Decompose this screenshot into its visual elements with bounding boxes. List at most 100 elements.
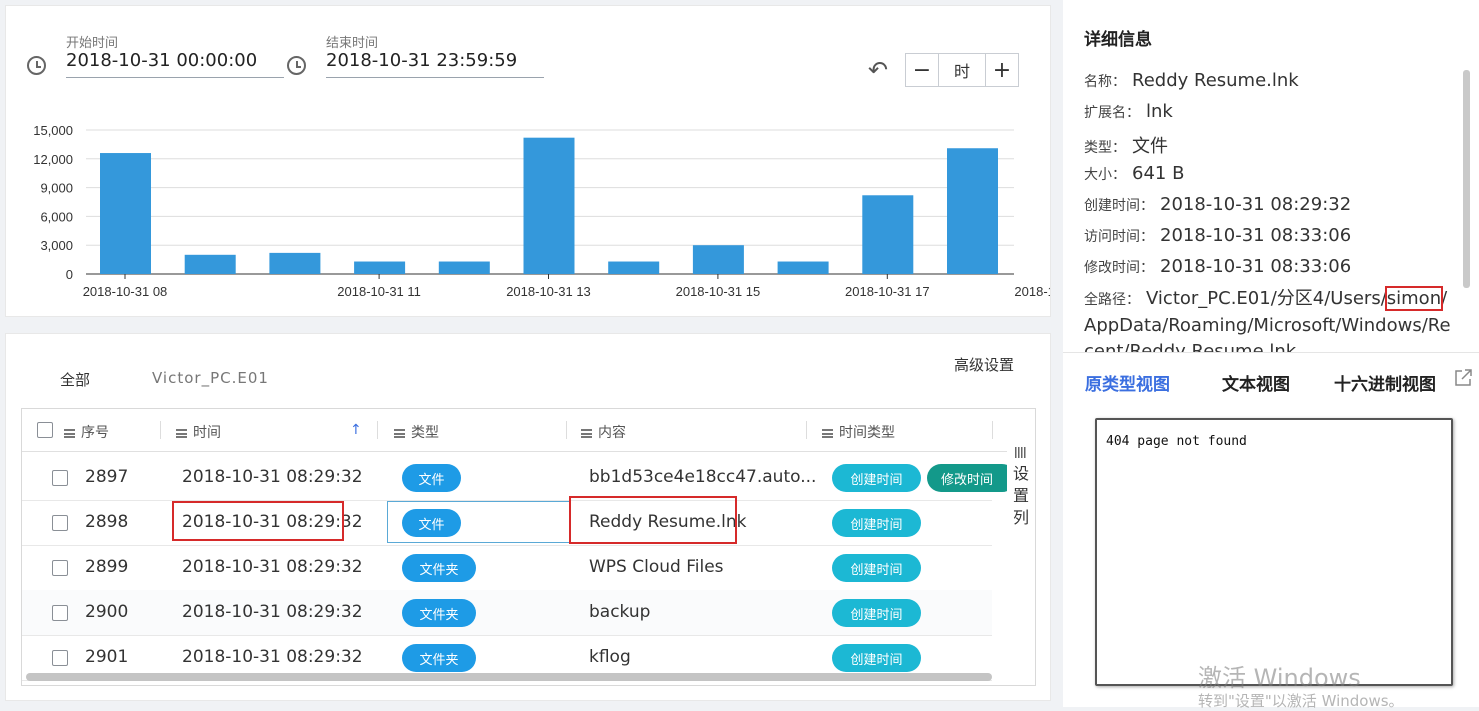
row-id: 2900 (85, 602, 129, 622)
bar (947, 148, 998, 274)
row-id: 2898 (85, 512, 129, 532)
y-tick-label: 0 (66, 267, 73, 282)
bar (269, 252, 321, 274)
advanced-settings-link[interactable]: 高级设置 (954, 354, 1014, 375)
settings-column-label: 设置列 (1012, 464, 1029, 527)
row-content: WPS Cloud Files (589, 557, 724, 577)
table-header: 序号 时间 ↑ 类型 内容 时间类型 (22, 409, 1007, 452)
bar (523, 137, 575, 274)
tab-hex-view[interactable]: 十六进制视图 (1334, 370, 1436, 395)
row-time: 2018-10-31 08:29:32 (182, 467, 363, 487)
y-tick-label: 9,000 (40, 181, 73, 196)
row-id: 2901 (85, 647, 129, 667)
detail-accessed: 访问时间： 2018-10-31 08:33:06 (1084, 225, 1352, 246)
type-tag: 文件夹 (402, 599, 476, 627)
x-tick-label: 2018-10-31 08 (83, 284, 168, 299)
time-type-tag: 创建时间 (832, 644, 921, 672)
row-checkbox[interactable] (52, 560, 68, 576)
menu-icon (822, 428, 833, 438)
detail-created: 创建时间： 2018-10-31 08:29:32 (1084, 194, 1352, 215)
settings-column-button[interactable]: 设置列 (1007, 408, 1036, 686)
tab-text-view[interactable]: 文本视图 (1222, 370, 1290, 395)
row-content: kflog (589, 647, 631, 667)
row-content: backup (589, 602, 651, 622)
row-checkbox[interactable] (52, 515, 68, 531)
bar (777, 261, 829, 274)
tab-evidence[interactable]: Victor_PC.E01 (152, 369, 269, 387)
row-id: 2897 (85, 467, 129, 487)
col-time[interactable]: 时间 (176, 422, 221, 442)
timeline-panel: 开始时间 2018-10-31 00:00:00 结束时间 2018-10-31… (5, 5, 1051, 317)
activation-watermark-hint: 转到"设置"以激活 Windows。 (1198, 692, 1404, 710)
histogram-chart: 15,000 12,000 9,000 6,000 3,000 0 2018-10-31 0… (33, 123, 1050, 299)
detail-name: 名称： Reddy Resume.lnk (1084, 70, 1299, 91)
bar (692, 245, 744, 274)
row-content: bb1d53ce4e18cc47.auto... (589, 467, 817, 487)
highlight-box (172, 501, 344, 541)
menu-icon (581, 428, 592, 438)
bar (184, 254, 236, 274)
type-tag: 文件夹 (402, 644, 476, 672)
path-user-highlight: simon (1384, 286, 1444, 311)
y-tick-label: 6,000 (40, 209, 73, 224)
row-checkbox[interactable] (52, 470, 68, 486)
menu-icon (64, 428, 75, 438)
x-tick-label: 2018-10-31 11 (337, 284, 421, 299)
menu-icon (176, 428, 187, 438)
time-type-tag: 创建时间 (832, 509, 921, 537)
tab-all[interactable]: 全部 (60, 369, 90, 390)
detail-modified: 修改时间： 2018-10-31 08:33:06 (1084, 256, 1352, 277)
type-tag: 文件夹 (402, 554, 476, 582)
row-time: 2018-10-31 08:29:32 (182, 647, 363, 667)
x-tick-label: 2018-10-31 13 (506, 284, 591, 299)
activation-watermark: 激活 Windows (1198, 664, 1361, 692)
detail-type: 类型： 文件 (1084, 136, 1168, 157)
x-tick-label: 2018-10-31 17 (845, 284, 930, 299)
col-time-type[interactable]: 时间类型 (822, 422, 895, 442)
time-type-tag: 创建时间 (832, 554, 921, 582)
row-time: 2018-10-31 08:29:32 (182, 602, 363, 622)
columns-icon (1015, 447, 1027, 458)
row-id: 2899 (85, 557, 129, 577)
highlight-box (569, 496, 737, 544)
type-tag: 文件 (402, 464, 461, 492)
bar (438, 261, 490, 274)
col-id[interactable]: 序号 (64, 422, 109, 442)
time-type-tag: 创建时间 (832, 464, 921, 492)
menu-icon (394, 428, 405, 438)
events-table: 序号 时间 ↑ 类型 内容 时间类型 2897 2018-10-31 08:29… (21, 408, 1008, 686)
detail-path: 全路径： Victor_PC.E01/分区4/Users/simon/AppDat… (1084, 286, 1451, 352)
sort-asc-icon[interactable]: ↑ (350, 422, 362, 438)
bar (862, 195, 914, 274)
bar (608, 261, 660, 274)
type-tag: 文件 (402, 509, 461, 537)
x-tick-label: 2018-10-31 15 (676, 284, 761, 299)
tab-original-view[interactable]: 原类型视图 (1085, 370, 1170, 395)
table-row[interactable]: 2897 2018-10-31 08:29:32 文件 bb1d53ce4e18… (22, 455, 1007, 501)
select-all-checkbox[interactable] (37, 422, 53, 438)
time-type-tag: 修改时间 (927, 464, 1007, 492)
col-content[interactable]: 内容 (581, 422, 626, 442)
y-tick-label: 3,000 (40, 238, 73, 253)
x-tick-label: 2018-10-31 19 (1014, 284, 1050, 299)
y-tick-label: 15,000 (33, 123, 73, 138)
bar (100, 153, 151, 274)
row-checkbox[interactable] (52, 650, 68, 666)
preview-pane: 404 page not found (1095, 418, 1453, 686)
table-row[interactable]: 2898 2018-10-31 08:29:32 文件 Reddy Resume… (22, 500, 992, 546)
detail-ext: 扩展名： lnk (1084, 101, 1173, 122)
preview-text: 404 page not found (1106, 434, 1247, 449)
row-checkbox[interactable] (52, 605, 68, 621)
horizontal-scrollbar[interactable] (26, 673, 992, 681)
table-row[interactable]: 2900 2018-10-31 08:29:32 文件夹 backup 创建时间 (22, 590, 992, 636)
table-row[interactable]: 2899 2018-10-31 08:29:32 文件夹 WPS Cloud F… (22, 545, 992, 591)
external-link-icon[interactable] (1453, 368, 1473, 388)
col-type[interactable]: 类型 (394, 422, 439, 442)
detail-size: 大小： 641 B (1084, 163, 1185, 184)
details-title: 详细信息 (1084, 30, 1152, 50)
row-time: 2018-10-31 08:29:32 (182, 557, 363, 577)
y-tick-label: 12,000 (33, 152, 73, 167)
time-type-tag: 创建时间 (832, 599, 921, 627)
events-panel: 全部 Victor_PC.E01 高级设置 序号 时间 ↑ 类型 内容 时间类型… (5, 333, 1051, 701)
details-scrollbar[interactable] (1463, 70, 1470, 288)
